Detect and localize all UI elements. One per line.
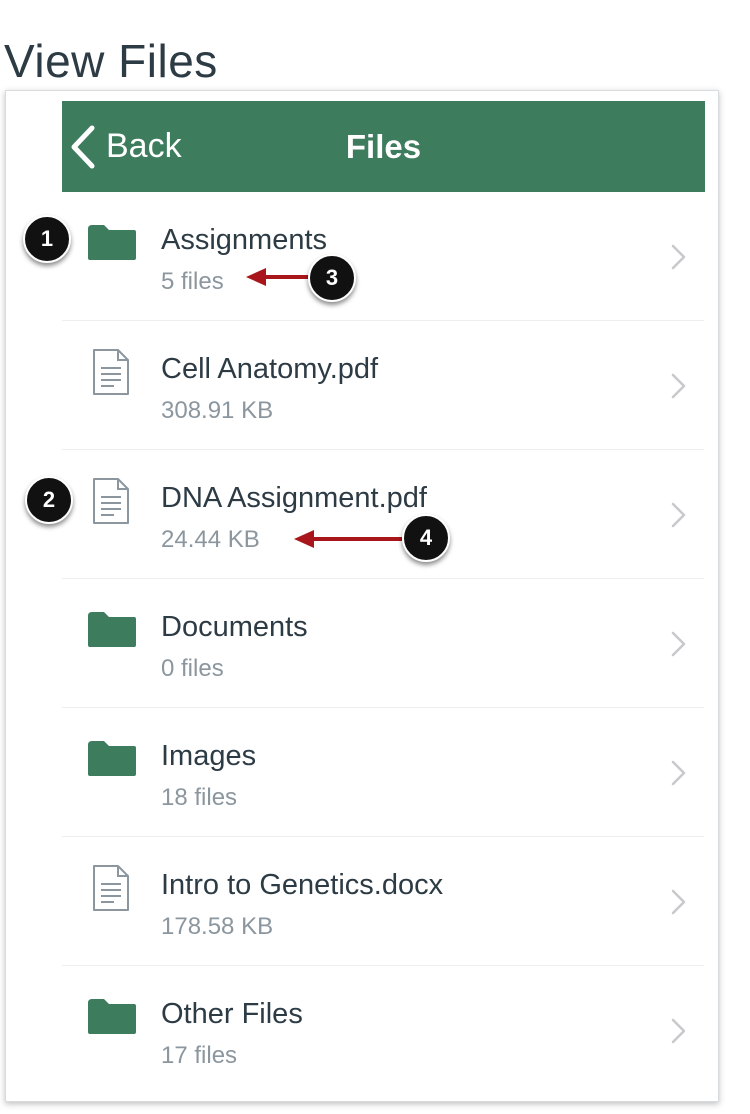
- item-name: Cell Anatomy.pdf: [161, 353, 379, 385]
- chevron-right-icon: [670, 760, 686, 791]
- list-item-other-files[interactable]: Other Files 17 files: [6, 966, 718, 1095]
- item-meta: 17 files: [161, 1042, 238, 1069]
- item-meta: 5 files: [161, 268, 224, 295]
- callout-badge-1: 1: [23, 215, 71, 263]
- chevron-right-icon: [670, 889, 686, 920]
- list-item-images[interactable]: Images 18 files: [6, 708, 718, 837]
- folder-icon: [88, 998, 136, 1039]
- chevron-right-icon: [670, 631, 686, 662]
- item-meta: 18 files: [161, 784, 238, 811]
- folder-icon: [88, 740, 136, 781]
- item-name: Assignments: [161, 224, 328, 256]
- item-meta: 308.91 KB: [161, 397, 274, 424]
- chevron-left-icon: [70, 125, 96, 169]
- list-item-cell-anatomy[interactable]: Cell Anatomy.pdf 308.91 KB: [6, 321, 718, 450]
- callout-badge-3: 3: [308, 254, 356, 302]
- phone-screen: Back Files Assignments 5 files Cell Anat…: [5, 90, 719, 1102]
- folder-icon: [88, 611, 136, 652]
- navigation-bar: Back Files: [62, 101, 705, 192]
- list-item-intro-to-genetics[interactable]: Intro to Genetics.docx 178.58 KB: [6, 837, 718, 966]
- item-name: Images: [161, 740, 257, 772]
- callout-arrow-3: [246, 268, 312, 286]
- chevron-right-icon: [670, 1018, 686, 1049]
- list-item-dna-assignment[interactable]: DNA Assignment.pdf 24.44 KB: [6, 450, 718, 579]
- folder-icon: [88, 224, 136, 265]
- item-meta: 178.58 KB: [161, 913, 274, 940]
- callout-arrow-4: [294, 530, 402, 548]
- list-item-assignments[interactable]: Assignments 5 files: [6, 192, 718, 321]
- item-meta: 24.44 KB: [161, 526, 260, 553]
- document-icon: [92, 864, 130, 917]
- callout-badge-4: 4: [402, 514, 450, 562]
- item-name: DNA Assignment.pdf: [161, 482, 427, 514]
- callout-badge-2: 2: [25, 476, 73, 524]
- document-icon: [92, 477, 130, 530]
- document-icon: [92, 348, 130, 401]
- back-button[interactable]: Back: [70, 101, 182, 192]
- chevron-right-icon: [670, 502, 686, 533]
- chevron-right-icon: [670, 373, 686, 404]
- item-name: Documents: [161, 611, 308, 643]
- page-title: View Files: [4, 34, 218, 87]
- back-label: Back: [106, 127, 182, 165]
- list-item-documents[interactable]: Documents 0 files: [6, 579, 718, 708]
- item-meta: 0 files: [161, 655, 224, 682]
- item-name: Intro to Genetics.docx: [161, 869, 444, 901]
- item-name: Other Files: [161, 998, 303, 1030]
- chevron-right-icon: [670, 244, 686, 275]
